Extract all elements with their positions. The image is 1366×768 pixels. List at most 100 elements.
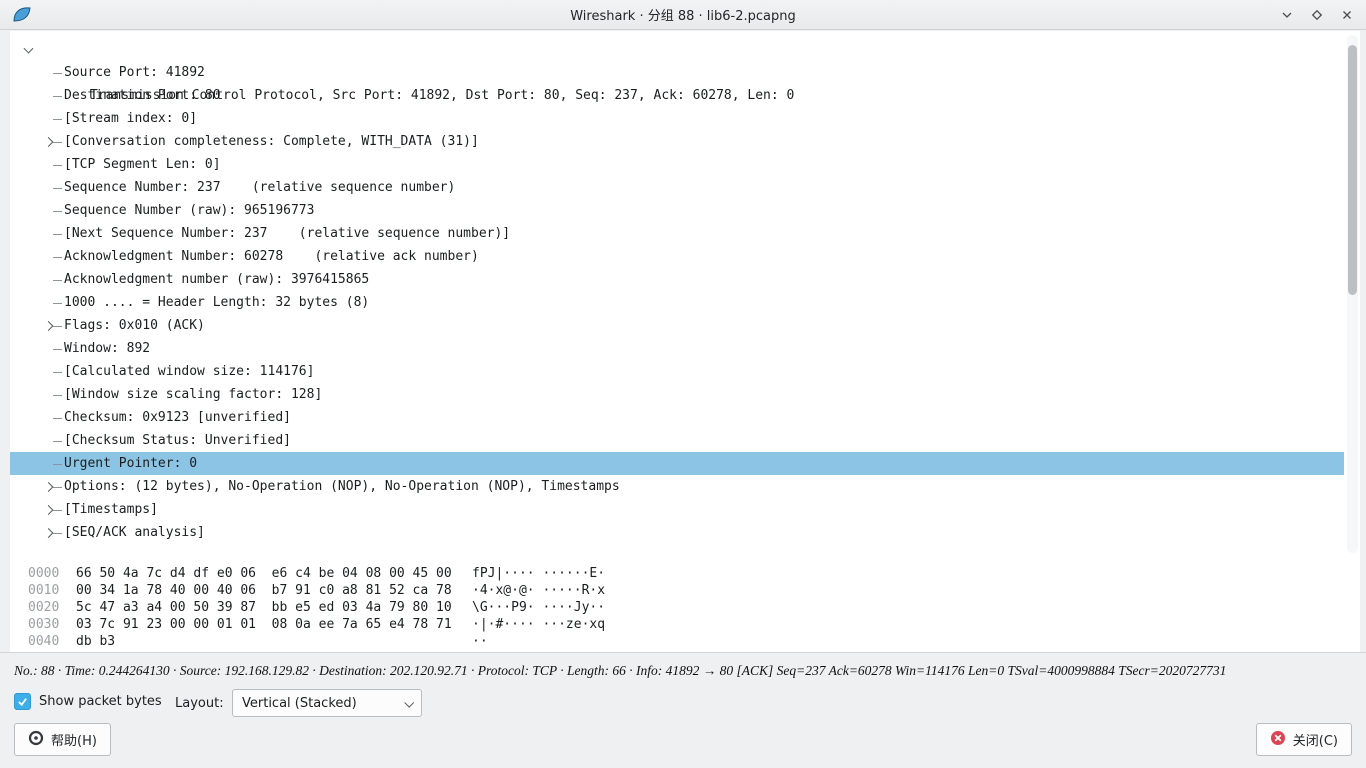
expand-arrow-icon[interactable] (44, 482, 54, 492)
tree-item-label: Window: 892 (64, 341, 150, 356)
tree-branch-line (53, 257, 62, 258)
hex-row[interactable]: 00205c 47 a3 a4 00 50 39 87 bb e5 ed 03 … (10, 599, 1360, 616)
tree-row[interactable]: Flags: 0x010 (ACK) (10, 314, 1344, 337)
tree-branch-line (53, 211, 62, 212)
layout-select-value: Vertical (Stacked) (242, 696, 357, 711)
close-window-button[interactable] (1338, 6, 1356, 24)
tree-row[interactable]: [Window size scaling factor: 128] (10, 383, 1344, 406)
tree-branch-line (53, 487, 62, 488)
hex-bytes: 66 50 4a 7c d4 df e0 06 e6 c4 be 04 08 0… (76, 565, 472, 582)
tree-branch-line (53, 510, 62, 511)
tree-row[interactable]: [Conversation completeness: Complete, WI… (10, 130, 1344, 153)
hex-row[interactable]: 0040db b3·· (10, 633, 1360, 650)
tree-row[interactable]: Checksum: 0x9123 [unverified] (10, 406, 1344, 429)
expand-arrow-icon[interactable] (44, 137, 54, 147)
layout-label: Layout: (175, 696, 224, 711)
packet-bytes-pane: 000066 50 4a 7c d4 df e0 06 e6 c4 be 04 … (10, 565, 1360, 650)
checkbox-checked-icon[interactable] (14, 693, 31, 710)
collapse-arrow-icon[interactable] (24, 43, 34, 53)
tree-row[interactable]: [Timestamps] (10, 498, 1344, 521)
tree-branch-line (53, 349, 62, 350)
help-button[interactable]: 帮助(H) (14, 723, 111, 756)
tree-branch-line (53, 395, 62, 396)
tree-row[interactable]: [Next Sequence Number: 237 (relative seq… (10, 222, 1344, 245)
tree-item-label: Sequence Number (raw): 965196773 (64, 203, 314, 218)
tree-row[interactable]: Acknowledgment Number: 60278 (relative a… (10, 245, 1344, 268)
tree-row[interactable]: [Stream index: 0] (10, 107, 1344, 130)
tree-row[interactable]: [TCP Segment Len: 0] (10, 153, 1344, 176)
button-row: 帮助(H) 关闭(C) (14, 723, 1352, 757)
tree-row[interactable]: [Calculated window size: 114176] (10, 360, 1344, 383)
close-button[interactable]: 关闭(C) (1256, 723, 1352, 756)
tree-item-label: Acknowledgment Number: 60278 (relative a… (64, 249, 479, 264)
tree-item-label: Urgent Pointer: 0 (64, 456, 197, 471)
scrollbar-thumb[interactable] (1348, 45, 1357, 295)
tree-branch-line (53, 96, 62, 97)
tree-branch-line (53, 372, 62, 373)
tree-item-label: [SEQ/ACK analysis] (64, 525, 205, 540)
tree-item-label: Source Port: 41892 (64, 65, 205, 80)
expand-arrow-icon[interactable] (44, 321, 54, 331)
hex-offset: 0000 (28, 565, 76, 582)
show-packet-bytes-checkbox[interactable]: Show packet bytes (14, 693, 162, 710)
titlebar: Wireshark · 分组 88 · lib6-2.pcapng (0, 0, 1366, 30)
tree-item-label: [TCP Segment Len: 0] (64, 157, 221, 172)
hex-row[interactable]: 003003 7c 91 23 00 00 01 01 08 0a ee 7a … (10, 616, 1360, 633)
tree-row[interactable]: Acknowledgment number (raw): 3976415865 (10, 268, 1344, 291)
tree-item-label: [Timestamps] (64, 502, 158, 517)
hex-offset: 0010 (28, 582, 76, 599)
tree-item-label: [Calculated window size: 114176] (64, 364, 314, 379)
tree-branch-line (53, 303, 62, 304)
expand-arrow-icon[interactable] (44, 528, 54, 538)
hex-offset: 0030 (28, 616, 76, 633)
hex-ascii: ·4·x@·@· ·····R·x (472, 582, 605, 599)
tree-branch-line (53, 234, 62, 235)
tree-item-label: 1000 .... = Header Length: 32 bytes (8) (64, 295, 369, 310)
tree-item-label: Destination Port: 80 (64, 88, 221, 103)
packet-detail-tree: Transmission Control Protocol, Src Port:… (10, 31, 1360, 544)
tree-item-label: Options: (12 bytes), No-Operation (NOP),… (64, 479, 620, 494)
expand-arrow-icon[interactable] (44, 505, 54, 515)
maximize-button[interactable] (1308, 6, 1326, 24)
tree-branch-line (53, 73, 62, 74)
close-dialog-icon (1270, 730, 1286, 750)
tree-branch-line (53, 441, 62, 442)
tree-branch-line (53, 464, 62, 465)
tree-item-label: Checksum: 0x9123 [unverified] (64, 410, 291, 425)
show-packet-bytes-label: Show packet bytes (39, 694, 162, 709)
layout-select[interactable]: Vertical (Stacked) (232, 689, 422, 717)
hex-offset: 0020 (28, 599, 76, 616)
tree-branch-line (53, 142, 62, 143)
tree-row[interactable]: Destination Port: 80 (10, 84, 1344, 107)
tree-branch-line (53, 280, 62, 281)
minimize-button[interactable] (1278, 6, 1296, 24)
tree-item-label: [Stream index: 0] (64, 111, 197, 126)
tree-row[interactable]: Sequence Number (raw): 965196773 (10, 199, 1344, 222)
tree-row-selected[interactable]: Urgent Pointer: 0 (10, 452, 1344, 475)
packet-panes: Transmission Control Protocol, Src Port:… (10, 31, 1360, 652)
tree-row[interactable]: Options: (12 bytes), No-Operation (NOP),… (10, 475, 1344, 498)
tree-row-tcp-root[interactable]: Transmission Control Protocol, Src Port:… (10, 38, 1344, 61)
hex-row[interactable]: 001000 34 1a 78 40 00 40 06 b7 91 c0 a8 … (10, 582, 1360, 599)
hex-ascii: fPJ|···· ······E· (472, 565, 605, 582)
tree-row[interactable]: [SEQ/ACK analysis] (10, 521, 1344, 544)
packet-summary-line: No.: 88 · Time: 0.244264130 · Source: 19… (14, 663, 1352, 679)
tree-item-label: [Conversation completeness: Complete, WI… (64, 134, 479, 149)
wireshark-logo-icon (12, 5, 32, 25)
vertical-scrollbar[interactable] (1347, 35, 1358, 553)
tree-row[interactable]: Source Port: 41892 (10, 61, 1344, 84)
chevron-down-icon (404, 698, 414, 708)
tree-branch-line (53, 165, 62, 166)
tree-branch-line (53, 326, 62, 327)
hex-ascii: ·|·#···· ···ze·xq (472, 616, 605, 633)
tree-item-label: [Next Sequence Number: 237 (relative seq… (64, 226, 510, 241)
help-button-label: 帮助(H) (51, 730, 97, 749)
tree-row[interactable]: Window: 892 (10, 337, 1344, 360)
tree-row[interactable]: [Checksum Status: Unverified] (10, 429, 1344, 452)
hex-bytes: 00 34 1a 78 40 00 40 06 b7 91 c0 a8 81 5… (76, 582, 472, 599)
hex-row[interactable]: 000066 50 4a 7c d4 df e0 06 e6 c4 be 04 … (10, 565, 1360, 582)
tree-row[interactable]: 1000 .... = Header Length: 32 bytes (8) (10, 291, 1344, 314)
hex-offset: 0040 (28, 633, 76, 650)
hex-bytes: 5c 47 a3 a4 00 50 39 87 bb e5 ed 03 4a 7… (76, 599, 472, 616)
tree-row[interactable]: Sequence Number: 237 (relative sequence … (10, 176, 1344, 199)
